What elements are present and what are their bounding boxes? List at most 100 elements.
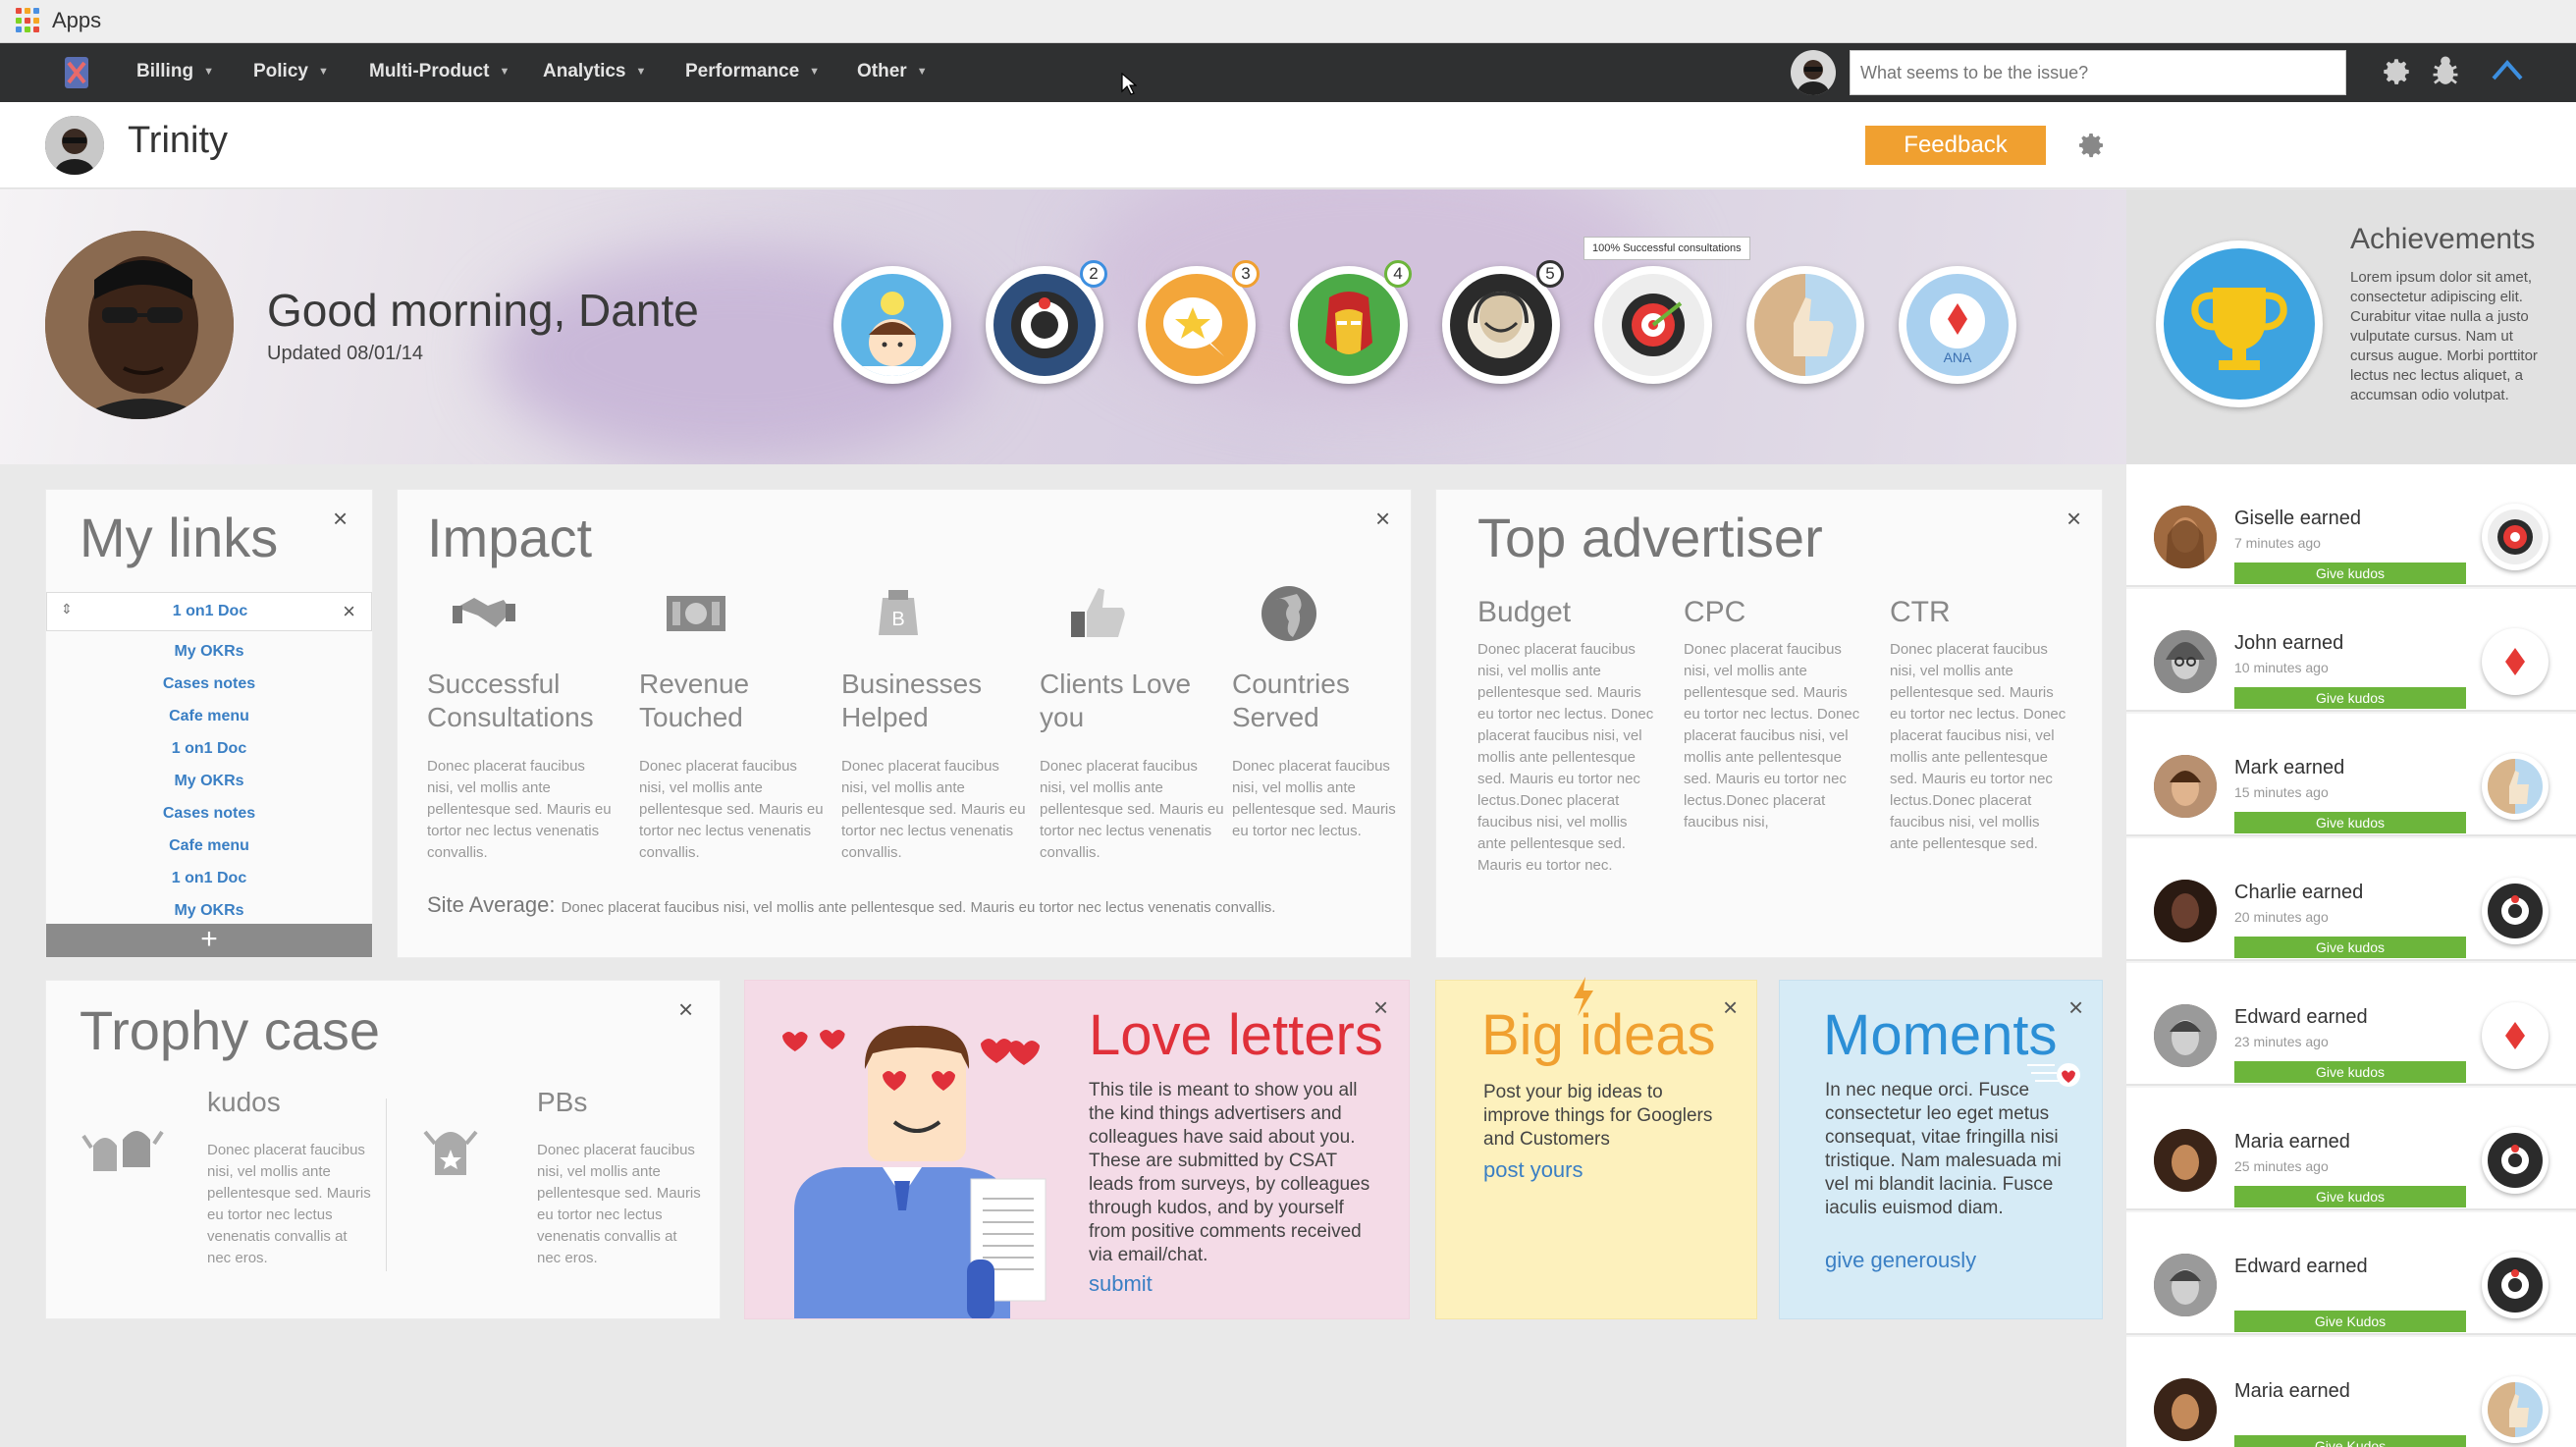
- link-item[interactable]: My OKRs: [46, 773, 372, 790]
- ta-column-budget: Budget Donec placerat faucibus nisi, vel…: [1477, 596, 1658, 877]
- close-icon[interactable]: ×: [333, 506, 348, 531]
- close-icon[interactable]: ×: [1375, 506, 1390, 531]
- avatar: [2154, 1129, 2217, 1192]
- badge-thumbs-up[interactable]: [1746, 266, 1864, 384]
- post-yours-link[interactable]: post yours: [1483, 1157, 1583, 1183]
- divider: [386, 1099, 387, 1271]
- give-kudos-button[interactable]: Give kudos: [2234, 563, 2466, 584]
- nav-analytics[interactable]: Analytics ▼: [543, 61, 646, 82]
- settings-gear-icon[interactable]: [2380, 55, 2413, 88]
- link-item[interactable]: Cases notes: [46, 675, 372, 693]
- my-links-card: My links × ⇕ 1 on1 Doc × My OKRs Cases n…: [45, 489, 373, 958]
- impact-card: Impact × Successful Consultations Donec …: [397, 489, 1412, 958]
- metric-clients: Clients Love you Donec placerat faucibus…: [1040, 578, 1226, 864]
- close-icon[interactable]: ×: [2066, 506, 2081, 531]
- bug-report-icon[interactable]: [2429, 53, 2462, 88]
- badge-bulb-person[interactable]: [833, 266, 951, 384]
- close-icon[interactable]: ×: [343, 599, 355, 624]
- gear-target-badge-icon: [993, 274, 1096, 376]
- trophy-case-card: Trophy case × kudos Donec placerat fauci…: [45, 980, 721, 1319]
- nav-other[interactable]: Other ▼: [857, 61, 928, 82]
- badge-headset-agent[interactable]: 5: [1442, 260, 1564, 384]
- link-item[interactable]: My OKRs: [46, 643, 372, 661]
- feed-item: Edward earned 23 minutes ago Give kudos: [2126, 963, 2576, 1086]
- moments-text: In nec neque orci. Fusce consectetur leo…: [1825, 1080, 2062, 1218]
- give-kudos-button[interactable]: Give Kudos: [2234, 1435, 2466, 1447]
- link-item[interactable]: 1 on1 Doc: [46, 870, 372, 887]
- metric-label: Countries Served: [1232, 669, 1350, 732]
- feed-name: Giselle earned: [2234, 508, 2361, 529]
- metric-text: Donec placerat faucibus nisi, vel mollis…: [841, 758, 1026, 861]
- feed-name: Charlie earned: [2234, 882, 2364, 903]
- give-kudos-button[interactable]: Give kudos: [2234, 1186, 2466, 1207]
- android-figures-icon: [81, 1130, 164, 1171]
- give-kudos-button[interactable]: Give kudos: [2234, 937, 2466, 958]
- trophy-badge[interactable]: [2156, 241, 2323, 407]
- submit-link[interactable]: submit: [1089, 1271, 1153, 1297]
- nav-billing[interactable]: Billing ▼: [136, 61, 214, 82]
- ta-column-ctr: CTR Donec placerat faucibus nisi, vel mo…: [1890, 596, 2070, 855]
- link-item[interactable]: My OKRs: [46, 902, 372, 920]
- link-item-label[interactable]: 1 on1 Doc: [47, 603, 373, 620]
- hero-profile-photo: [45, 231, 234, 419]
- apps-bar: Apps: [0, 0, 2576, 43]
- add-link-button[interactable]: +: [46, 924, 372, 957]
- give-kudos-button[interactable]: Give kudos: [2234, 1061, 2466, 1083]
- give-kudos-button[interactable]: Give kudos: [2234, 687, 2466, 709]
- feed-item: Edward earned Give Kudos: [2126, 1212, 2576, 1335]
- badge-gear-target[interactable]: 2: [986, 260, 1107, 384]
- nav-multi-product[interactable]: Multi-Product ▼: [369, 61, 510, 82]
- nav-performance[interactable]: Performance ▼: [685, 61, 820, 82]
- gear-target-badge-icon: [2488, 884, 2543, 938]
- feed-name: Maria earned: [2234, 1131, 2350, 1152]
- metric-text: Donec placerat faucibus nisi, vel mollis…: [1040, 758, 1224, 861]
- link-item-selected[interactable]: ⇕ 1 on1 Doc ×: [46, 592, 372, 631]
- nav-policy[interactable]: Policy ▼: [253, 61, 329, 82]
- handshake-icon: [453, 598, 515, 627]
- link-item[interactable]: 1 on1 Doc: [46, 740, 372, 758]
- trophy-icon: [2164, 248, 2315, 400]
- badge-tooltip: 100% Successful consultations: [1583, 237, 1750, 260]
- trophy-text: Donec placerat faucibus nisi, vel mollis…: [537, 1142, 701, 1266]
- earned-badge: [2482, 628, 2549, 695]
- feed-name: Maria earned: [2234, 1380, 2350, 1402]
- settings-gear-icon[interactable]: [2075, 130, 2107, 161]
- app-logo-icon[interactable]: [59, 53, 94, 92]
- feed-item: John earned 10 minutes ago Give kudos: [2126, 589, 2576, 712]
- avatar: [2154, 630, 2217, 693]
- close-icon[interactable]: ×: [1723, 994, 1738, 1020]
- close-icon[interactable]: ×: [2068, 994, 2083, 1020]
- badge-ironman[interactable]: 4: [1290, 260, 1412, 384]
- give-generously-link[interactable]: give generously: [1825, 1248, 1976, 1273]
- user-avatar[interactable]: [1791, 50, 1836, 95]
- profile-avatar[interactable]: [45, 116, 104, 175]
- search-input[interactable]: [1850, 50, 2346, 95]
- badge-ana[interactable]: ANA: [1899, 266, 2016, 384]
- metric-countries: Countries Served Donec placerat faucibus…: [1232, 578, 1397, 842]
- badge-star-chat[interactable]: 3: [1138, 260, 1260, 384]
- link-item[interactable]: Cafe menu: [46, 837, 372, 855]
- ironman-badge-icon: [1298, 274, 1400, 376]
- apps-label[interactable]: Apps: [52, 8, 101, 33]
- globe-icon: [1261, 586, 1316, 641]
- updated-date: Updated 08/01/14: [267, 343, 424, 364]
- ana-badge-icon: [2488, 1008, 2543, 1063]
- ta-text: Donec placerat faucibus nisi, vel mollis…: [1890, 641, 2066, 852]
- give-kudos-button[interactable]: Give Kudos: [2234, 1311, 2466, 1332]
- give-kudos-button[interactable]: Give kudos: [2234, 812, 2466, 833]
- metric-label: Revenue Touched: [639, 669, 750, 732]
- collapse-chevron-up-icon[interactable]: [2490, 55, 2525, 84]
- close-icon[interactable]: ×: [1373, 994, 1388, 1020]
- feedback-button[interactable]: Feedback: [1865, 126, 2046, 165]
- money-icon: [667, 596, 725, 631]
- apps-grid-icon[interactable]: [16, 8, 41, 33]
- thumbs-up-badge-icon: [2488, 759, 2543, 814]
- my-links-title: My links: [80, 507, 279, 568]
- earned-badge: [2482, 1252, 2549, 1318]
- link-item[interactable]: Cafe menu: [46, 708, 372, 725]
- link-item[interactable]: Cases notes: [46, 805, 372, 823]
- badge-target-dart[interactable]: [1594, 266, 1712, 384]
- close-icon[interactable]: ×: [678, 996, 693, 1022]
- thumbs-up-icon: [1071, 588, 1125, 637]
- activity-feed: Giselle earned 7 minutes ago Give kudos …: [2126, 464, 2576, 1447]
